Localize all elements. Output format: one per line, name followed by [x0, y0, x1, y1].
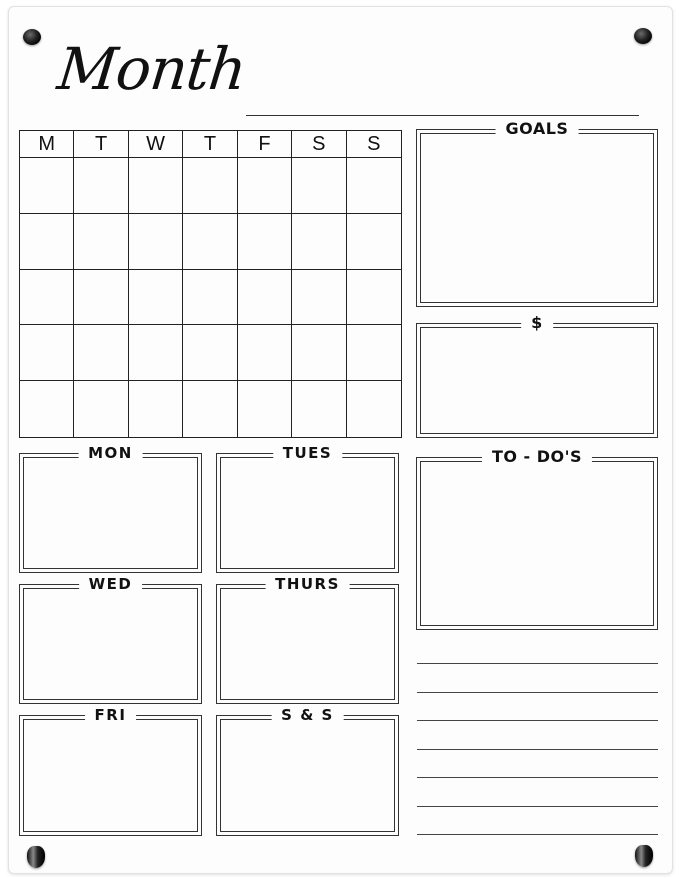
calendar-day-cell[interactable] — [292, 158, 347, 214]
goals-box-inner — [420, 133, 654, 303]
calendar-day-cell[interactable] — [346, 158, 401, 214]
calendar-day-cell[interactable] — [129, 381, 184, 437]
calendar-day-cell[interactable] — [238, 381, 293, 437]
weekend-box-inner — [220, 719, 395, 832]
calendar-day-cell[interactable] — [183, 158, 238, 214]
calendar-day-cell[interactable] — [183, 325, 238, 382]
goals-box[interactable]: GOALS — [416, 119, 658, 307]
calendar-day-cell[interactable] — [346, 214, 401, 270]
weekday-header: M — [20, 131, 75, 158]
weekday-header: T — [74, 131, 129, 158]
calendar-day-cell[interactable] — [346, 270, 401, 326]
calendar-day-cell[interactable] — [183, 213, 238, 270]
calendar-day-cell[interactable] — [74, 381, 129, 437]
weekend-box[interactable]: S & S — [216, 705, 399, 836]
calendar-day-cell[interactable] — [20, 269, 75, 326]
calendar-day-cell[interactable] — [292, 381, 347, 437]
weekday-header: S — [292, 131, 347, 158]
weekday-header: T — [183, 131, 238, 158]
note-line[interactable] — [417, 748, 658, 750]
top-left-standoff-icon — [23, 29, 41, 45]
fri-box-inner — [23, 719, 198, 832]
calendar-day-cell[interactable] — [292, 213, 347, 270]
calendar-day-cell[interactable] — [20, 325, 75, 382]
money-box[interactable]: $ — [416, 313, 658, 438]
note-line[interactable] — [417, 834, 658, 835]
mon-box-inner — [23, 457, 198, 569]
notes-lines — [417, 663, 658, 863]
calendar-day-cell[interactable] — [292, 325, 347, 382]
note-line[interactable] — [417, 663, 658, 664]
fri-box[interactable]: FRI — [19, 705, 202, 836]
month-write-line[interactable] — [246, 115, 639, 116]
calendar-day-cell[interactable] — [128, 269, 184, 326]
calendar-day-cell[interactable] — [237, 158, 293, 214]
weekday-header: W — [128, 131, 184, 158]
calendar-day-cell[interactable] — [74, 213, 129, 270]
tues-box-inner — [220, 457, 395, 569]
thurs-label: THURS — [265, 574, 350, 594]
calendar-day-cell[interactable] — [128, 213, 184, 270]
thurs-box-inner — [220, 588, 395, 700]
thurs-box[interactable]: THURS — [216, 574, 399, 704]
calendar-day-cell[interactable] — [183, 381, 238, 437]
todos-box-inner — [420, 461, 654, 626]
mon-label: MON — [78, 443, 143, 463]
weekday-header: S — [346, 131, 401, 158]
tues-box[interactable]: TUES — [216, 443, 399, 573]
note-line[interactable] — [417, 777, 658, 778]
calendar-day-cell[interactable] — [74, 269, 129, 326]
mon-box[interactable]: MON — [19, 443, 202, 573]
calendar-day-cell[interactable] — [237, 325, 293, 382]
weekend-label: S & S — [271, 705, 344, 725]
calendar-day-cell[interactable] — [74, 158, 129, 214]
bottom-left-standoff-icon — [27, 846, 45, 868]
calendar-day-cell[interactable] — [74, 325, 129, 382]
calendar-day-cell[interactable] — [20, 213, 75, 270]
calendar-day-cell[interactable] — [128, 158, 184, 214]
calendar-day-cell[interactable] — [346, 325, 401, 382]
calendar-day-cell[interactable] — [183, 269, 238, 326]
tues-label: TUES — [272, 443, 343, 463]
goals-label: GOALS — [495, 119, 579, 139]
note-line[interactable] — [417, 720, 658, 721]
weekday-header: F — [237, 131, 293, 158]
todos-label: TO - DO'S — [481, 447, 593, 467]
wed-box[interactable]: WED — [19, 574, 202, 704]
wed-box-inner — [23, 588, 198, 700]
fri-label: FRI — [84, 705, 137, 725]
todos-box[interactable]: TO - DO'S — [416, 447, 658, 630]
top-right-standoff-icon — [634, 28, 652, 44]
calendar-day-cell[interactable] — [347, 381, 401, 437]
money-label: $ — [521, 313, 553, 333]
month-title: Month — [54, 35, 249, 103]
calendar-day-cell[interactable] — [128, 325, 184, 382]
monthly-calendar-grid: MTWTFSS — [19, 130, 402, 438]
note-line[interactable] — [417, 691, 658, 693]
money-box-inner — [420, 327, 654, 434]
calendar-day-cell[interactable] — [237, 213, 293, 270]
calendar-day-cell[interactable] — [292, 269, 347, 326]
note-line[interactable] — [417, 805, 658, 807]
calendar-day-cell[interactable] — [237, 269, 293, 326]
calendar-day-cell[interactable] — [20, 381, 75, 437]
wed-label: WED — [78, 574, 143, 594]
calendar-day-cell[interactable] — [20, 158, 75, 214]
